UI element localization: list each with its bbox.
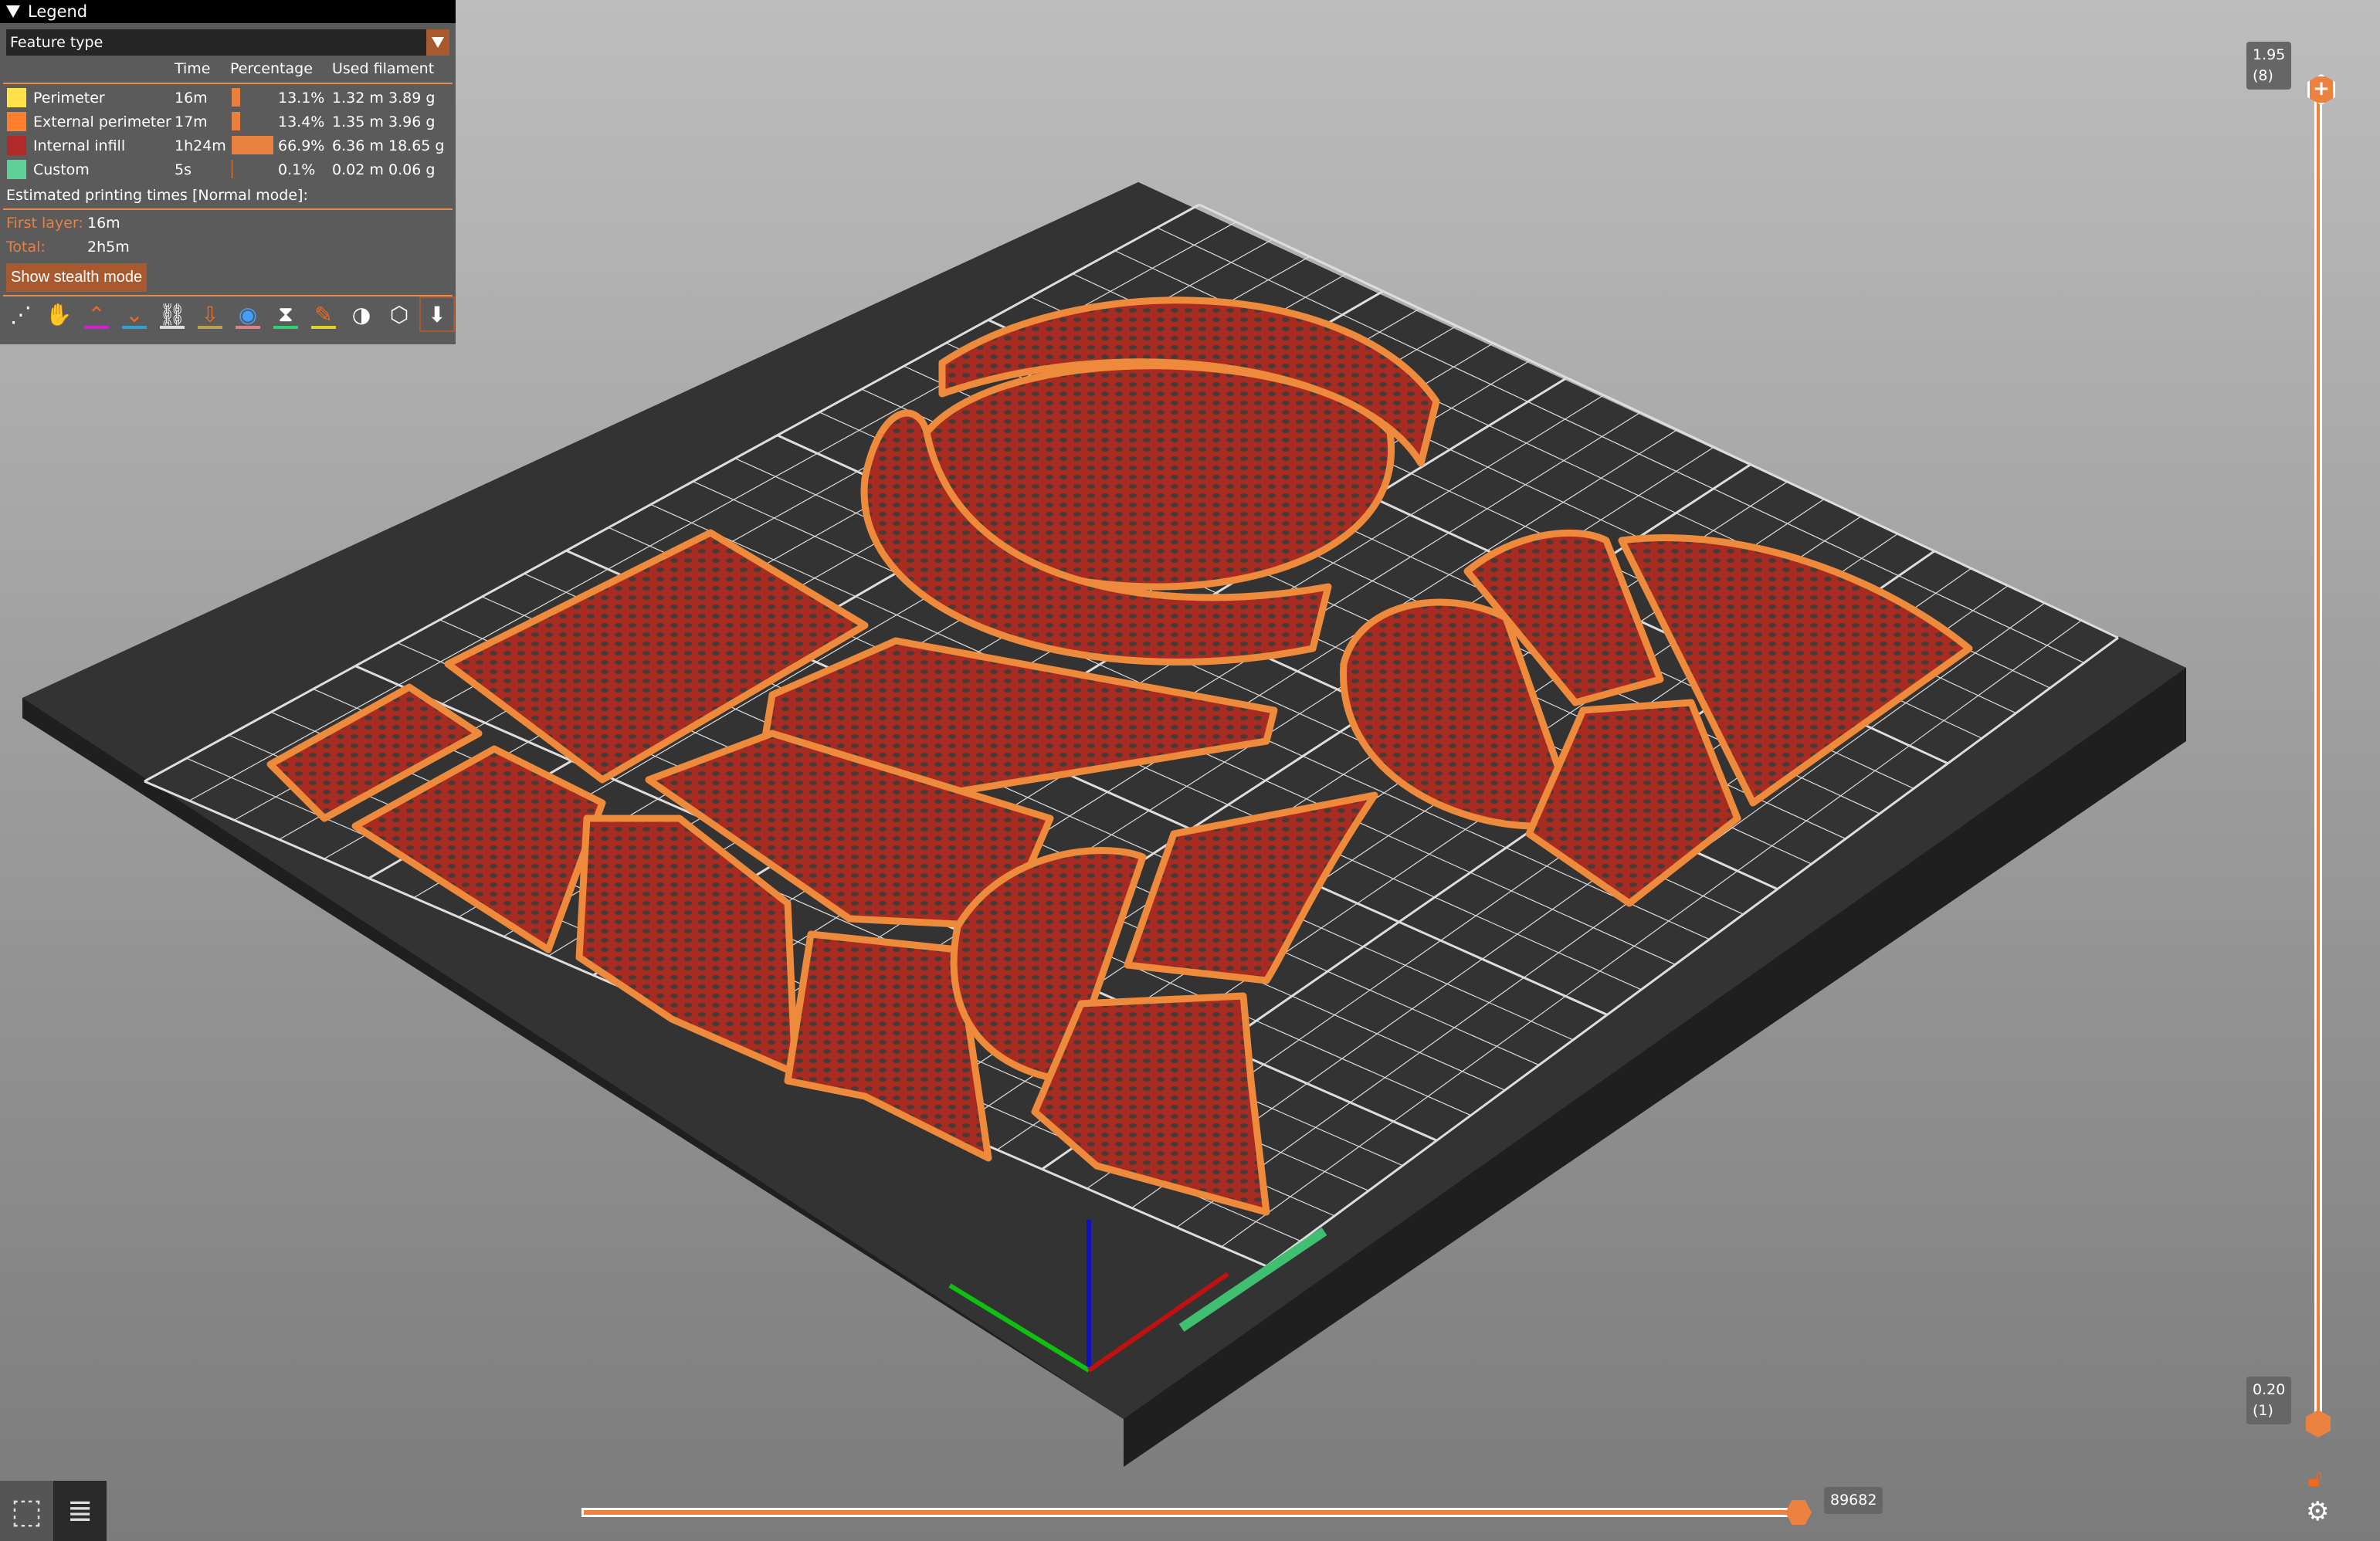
legend-row[interactable]: Perimeter 16m 13.1% 1.32 m 3.89 g — [0, 86, 456, 110]
legend-row[interactable]: Custom 5s 0.1% 0.02 m 0.06 g — [0, 158, 456, 181]
bottom-layer-tooltip: 0.20 (1) — [2246, 1377, 2292, 1424]
filament-weight: 18.65 g — [388, 137, 445, 154]
collapse-triangle-icon[interactable] — [6, 5, 20, 18]
view-type-dropdown[interactable]: Feature type — [6, 29, 449, 56]
filament-weight: 0.06 g — [388, 161, 436, 178]
legend-row[interactable]: External perimeter 17m 13.4% 1.35 m 3.96… — [0, 110, 456, 134]
filament-length: 0.02 m — [332, 161, 384, 178]
color-swatch — [7, 112, 26, 131]
percentage-bar — [232, 112, 240, 130]
feature-percentage: 13.4% — [278, 113, 325, 130]
percentage-bar — [232, 88, 240, 107]
feature-percentage: 13.1% — [278, 90, 325, 107]
total-label: Total: — [6, 239, 46, 256]
feature-label: Custom — [33, 161, 90, 178]
feature-percentage: 0.1% — [278, 161, 316, 178]
filament-weight: 3.89 g — [388, 90, 436, 107]
view-type-value: Feature type — [10, 34, 103, 51]
shells-icon[interactable]: ⬡ — [383, 298, 415, 330]
legend-title: Legend — [28, 2, 88, 21]
center-of-gravity-icon[interactable]: ◑ — [345, 298, 378, 330]
retractions-icon[interactable]: ⌃ — [80, 298, 113, 330]
estimated-times-title: Estimated printing times [Normal mode]: — [6, 187, 308, 204]
view-toggle: ⬚ ≣ — [0, 1481, 107, 1541]
move-tooltip: 89682 — [1824, 1487, 1883, 1514]
horizontal-slider-track[interactable] — [581, 1508, 1799, 1517]
feature-time: 1h24m — [175, 137, 226, 154]
seams-icon[interactable]: ⛓ — [156, 298, 188, 330]
legend-row[interactable]: Internal infill 1h24m 66.9% 6.36 m 18.65… — [0, 134, 456, 157]
deretractions-icon[interactable]: ⌄ — [118, 298, 151, 330]
filament-length: 6.36 m — [332, 137, 384, 154]
vertical-slider-track[interactable] — [2314, 88, 2322, 1424]
first-layer-value: 16m — [87, 215, 120, 232]
percentage-bar — [232, 136, 273, 154]
feature-time: 5s — [175, 161, 192, 178]
color-swatch — [7, 160, 26, 179]
feature-label: Internal infill — [33, 137, 126, 154]
custom-gcode-icon[interactable]: ✎ — [307, 298, 340, 330]
column-time: Time — [175, 60, 211, 77]
tool-changes-icon[interactable]: ⇩ — [194, 298, 226, 330]
legend-header[interactable]: Legend — [0, 0, 456, 23]
filament-weight: 3.96 g — [388, 113, 436, 130]
wipe-icon[interactable]: ✋ — [42, 298, 75, 330]
filament-length: 1.35 m — [332, 113, 384, 130]
feature-time: 16m — [175, 90, 208, 107]
color-swatch — [7, 88, 26, 107]
filament-length: 1.32 m — [332, 90, 384, 107]
tool-marker-icon[interactable]: ⬇ — [419, 296, 455, 332]
top-layer-tooltip: 1.95 (8) — [2246, 42, 2292, 90]
pause-icon[interactable]: ⧗ — [270, 298, 302, 330]
column-used-filament: Used filament — [332, 60, 435, 77]
unlock-icon[interactable]: 🔓︎ — [2307, 1465, 2322, 1492]
legend-toolbar: ⋰ ✋ ⌃ ⌄ ⛓ ⇩ ◉ ⧗ ✎ ◑ ⬡ ⬇ — [5, 296, 455, 332]
feature-percentage: 66.9% — [278, 137, 325, 154]
total-value: 2h5m — [87, 239, 130, 256]
legend-panel: Legend Feature type Time Percentage Used… — [0, 0, 456, 344]
color-changes-icon[interactable]: ◉ — [232, 298, 264, 330]
settings-cog-icon[interactable]: ⚙ — [2306, 1496, 2329, 1527]
feature-label: Perimeter — [33, 90, 105, 107]
feature-time: 17m — [175, 113, 208, 130]
first-layer-label: First layer: — [6, 215, 83, 232]
layers-view-icon[interactable]: ≣ — [53, 1481, 107, 1541]
chevron-down-icon[interactable] — [426, 29, 449, 56]
travel-icon[interactable]: ⋰ — [5, 298, 37, 330]
column-percentage: Percentage — [230, 60, 313, 77]
color-swatch — [7, 136, 26, 155]
show-stealth-mode-button[interactable]: Show stealth mode — [6, 263, 147, 292]
3d-view-cube-icon[interactable]: ⬚ — [0, 1481, 53, 1541]
feature-label: External perimeter — [33, 113, 171, 130]
